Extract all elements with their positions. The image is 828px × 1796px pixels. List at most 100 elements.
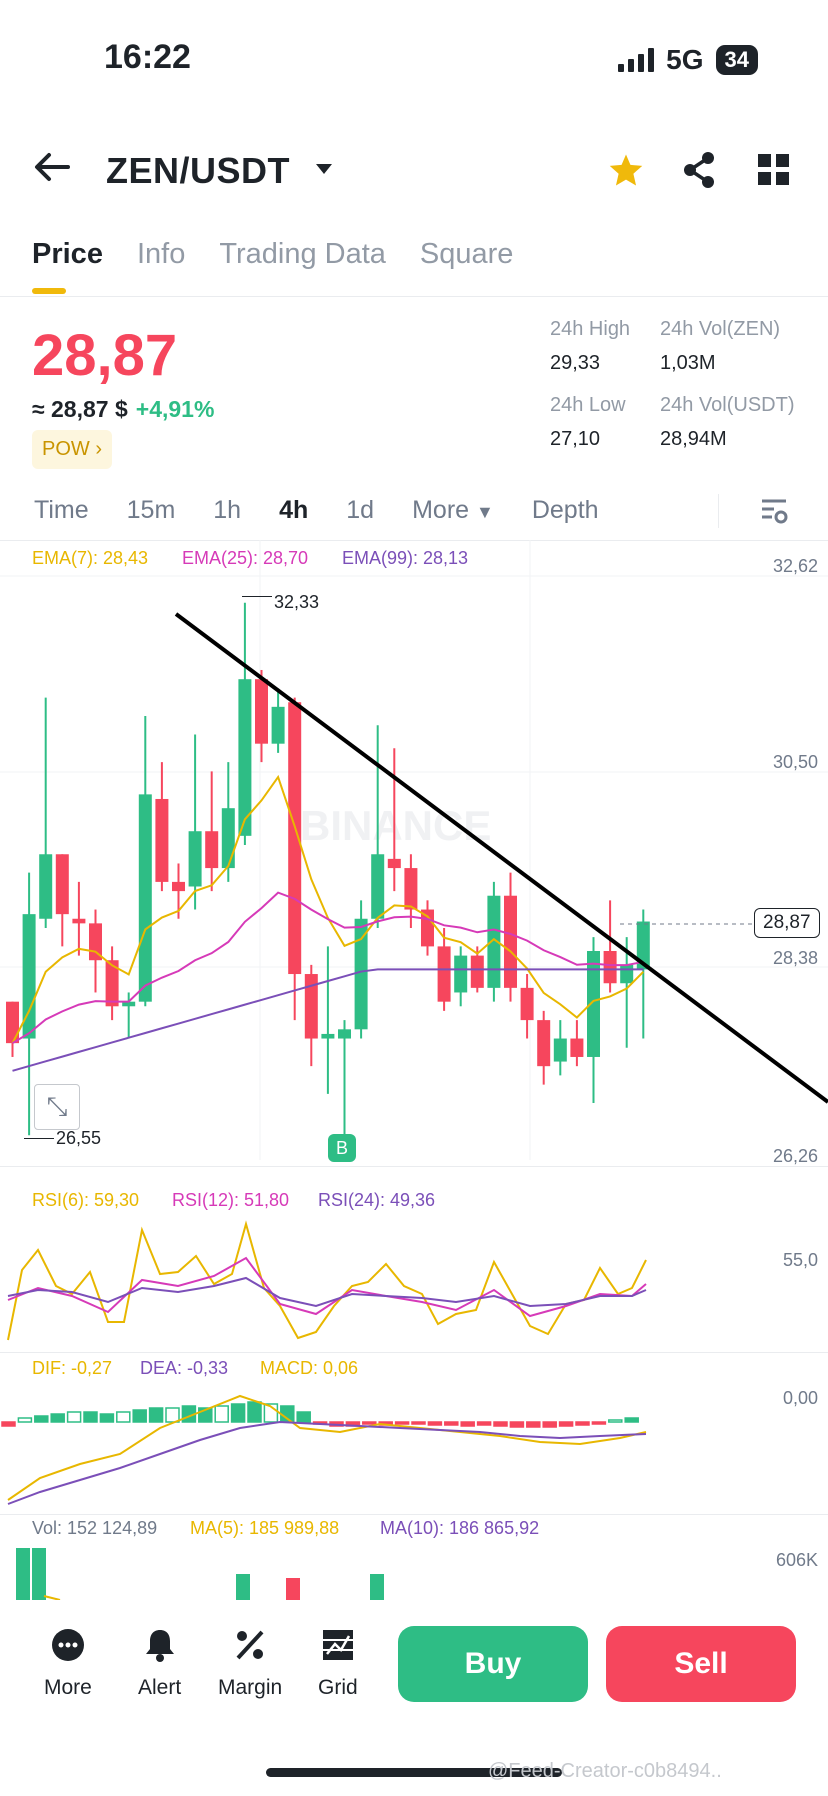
macd-bar (444, 1421, 459, 1426)
macd-bar (247, 1401, 262, 1423)
back-arrow-icon[interactable] (34, 152, 70, 182)
macd-bar (116, 1411, 131, 1423)
tf-depth[interactable]: Depth (532, 496, 599, 525)
price-chart[interactable]: BINANCE (0, 540, 828, 1160)
tab-trading-data[interactable]: Trading Data (219, 238, 386, 271)
pair-title[interactable]: ZEN/USDT (106, 150, 290, 192)
stat-vol-base: 1,03M (660, 352, 716, 374)
star-icon[interactable] (608, 153, 644, 187)
candle-up (321, 1033, 335, 1039)
tab-info[interactable]: Info (137, 238, 185, 271)
macd-bar (66, 1411, 82, 1423)
tf-1d[interactable]: 1d (346, 496, 374, 525)
vol-bar (370, 1574, 384, 1600)
status-indicators: 5G 34 (618, 44, 758, 76)
rsi6-line (7, 1220, 647, 1341)
tab-square[interactable]: Square (420, 238, 514, 271)
candle-down (205, 831, 219, 869)
caret-down-icon: ▼ (476, 502, 494, 522)
nav-grid[interactable]: Grid (318, 1628, 358, 1700)
candle-down (172, 881, 185, 892)
macd-bar (427, 1421, 443, 1426)
grid-bot-icon (322, 1630, 353, 1660)
candle-down (55, 854, 69, 915)
vol-bar (236, 1574, 250, 1600)
battery-icon: 34 (715, 45, 758, 75)
volume-divider (0, 1514, 828, 1515)
more-dots-icon (51, 1629, 84, 1661)
rsi-axis: 55,0 (782, 1250, 818, 1270)
chart-settings-icon[interactable] (760, 498, 790, 526)
dea-line (7, 1420, 647, 1505)
stat-low: 27,10 (550, 428, 601, 450)
stat-high: 29,33 (550, 352, 601, 374)
candle-down (72, 918, 86, 924)
macd-bar (460, 1421, 475, 1427)
macd-bar (83, 1411, 98, 1423)
axis-label-top: 32,62 (772, 556, 818, 576)
candle-up (354, 918, 368, 1030)
tag-label: POW (42, 438, 90, 460)
expand-icon[interactable]: ⤡ (34, 1084, 80, 1130)
candle-up (39, 854, 53, 919)
macd-bar (132, 1409, 147, 1423)
macd-bar (296, 1411, 311, 1423)
tag-pow[interactable]: POW › (32, 430, 113, 469)
macd-bar (411, 1421, 426, 1425)
share-icon[interactable] (682, 152, 716, 188)
chevron-down-icon[interactable] (314, 162, 334, 176)
candle-down (255, 679, 268, 744)
candle-down (570, 1038, 584, 1057)
rsi24-line (7, 1276, 647, 1308)
last-price: 28,87 (32, 323, 178, 388)
tf-time[interactable]: Time (34, 496, 89, 525)
rsi24-label: RSI(24): 49,36 (318, 1190, 436, 1210)
axis-label-2: 30,50 (772, 752, 818, 772)
macd-bar (493, 1421, 508, 1427)
candle-down (421, 909, 434, 947)
network-label: 5G (666, 44, 704, 75)
candle-down (603, 951, 617, 984)
vol-ma5-label: MA(5): 185 989,88 (190, 1518, 340, 1538)
vol-bar (286, 1578, 300, 1600)
macd-bar (394, 1421, 410, 1425)
candle-down (504, 895, 517, 988)
current-price-tag: 28,87 (754, 908, 820, 938)
tf-more[interactable]: More ▼ (412, 496, 494, 525)
grid-menu-icon[interactable] (758, 154, 790, 186)
candle-down (387, 858, 401, 869)
macd-bar (362, 1421, 377, 1425)
buy-marker[interactable]: B (328, 1134, 356, 1162)
macd-bar (509, 1421, 525, 1428)
timeframe-row: Time 15m 1h 4h 1d More ▼ Depth (34, 496, 599, 525)
nav-more[interactable]: More (44, 1628, 92, 1700)
stat-vol-quote: 28,94M (660, 428, 727, 450)
tf-4h[interactable]: 4h (279, 496, 308, 525)
macd-bar (165, 1407, 180, 1423)
price-usd-row: ≈ 28,87 $ +4,91% (32, 396, 214, 423)
nav-alert[interactable]: Alert (138, 1628, 181, 1700)
axis-label-bottom: 26,26 (772, 1146, 818, 1166)
candle-down (155, 798, 169, 882)
footer-watermark: @Feed-Creator-c0b8494.. (488, 1760, 722, 1782)
macd-bar (558, 1421, 574, 1427)
macd-bar (99, 1413, 115, 1423)
stat-vol-base-label: 24h Vol(ZEN) (660, 318, 781, 340)
stat-vol-quote-label: 24h Vol(USDT) (660, 394, 795, 416)
tf-15m[interactable]: 15m (127, 496, 176, 525)
main-tabs: Price Info Trading Data Square (32, 238, 514, 294)
sell-button[interactable]: Sell (606, 1626, 796, 1702)
nav-margin[interactable]: Margin (218, 1628, 282, 1700)
buy-button[interactable]: Buy (398, 1626, 588, 1702)
tf-1h[interactable]: 1h (213, 496, 241, 525)
tf-separator (718, 494, 719, 528)
macd-divider (0, 1352, 828, 1353)
macd-bar (34, 1415, 49, 1423)
rsi6-label: RSI(6): 59,30 (32, 1190, 140, 1210)
macd-bar (575, 1421, 590, 1426)
candle-up (620, 964, 634, 984)
tf-more-label: More (412, 496, 470, 524)
macd-bar (476, 1421, 492, 1426)
tab-price[interactable]: Price (32, 238, 103, 294)
nav-alert-label: Alert (138, 1676, 182, 1699)
